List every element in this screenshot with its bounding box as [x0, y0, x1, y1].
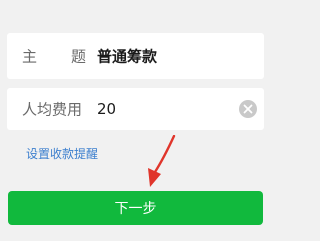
amount-input[interactable]: 20	[97, 100, 116, 118]
subject-label-char: 题	[70, 47, 86, 66]
subject-label-char: 主	[22, 47, 38, 66]
payment-setup-screen: 主 题 普通筹款 人均费用 20 设置收款提醒 下一步	[0, 0, 271, 241]
amount-field-row[interactable]: 人均费用 20	[7, 88, 264, 130]
subject-label: 主 题	[22, 46, 86, 67]
next-step-button-label: 下一步	[114, 201, 157, 217]
subject-value[interactable]: 普通筹款	[97, 46, 157, 67]
amount-label: 人均费用	[22, 100, 83, 119]
next-step-button[interactable]: 下一步	[8, 191, 263, 225]
payment-reminder-link[interactable]: 设置收款提醒	[26, 145, 98, 162]
red-arrow-icon	[148, 135, 176, 187]
clear-circle-icon[interactable]	[239, 100, 257, 118]
subject-field-row[interactable]: 主 题 普通筹款	[7, 33, 264, 79]
